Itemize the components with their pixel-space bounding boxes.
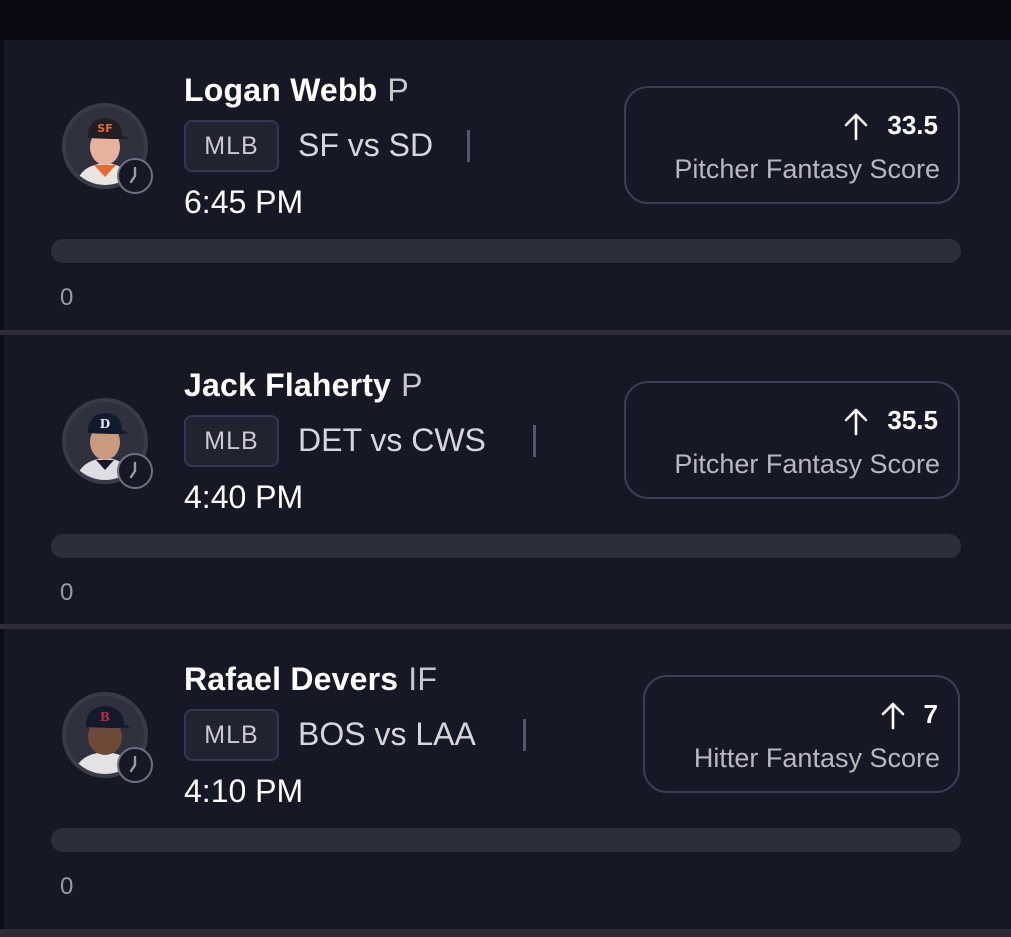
bottom-divider [0, 929, 1011, 937]
player-card[interactable]: B Rafael Devers IF MLB BOS vs LAA 4:10 PM [4, 629, 1011, 929]
projection-stat-label: Pitcher Fantasy Score [674, 449, 940, 479]
projection-number: 33.5 [887, 110, 938, 140]
arrow-up-icon [845, 113, 868, 140]
arrow-up-icon [881, 702, 904, 729]
progress-count: 0 [60, 579, 74, 606]
league-badge: MLB [184, 709, 279, 761]
projection-stat-label: Pitcher Fantasy Score [674, 154, 940, 184]
player-name-text: Rafael Devers [184, 661, 399, 697]
progress-count: 0 [60, 873, 74, 900]
top-header-strip [0, 0, 1011, 40]
matchup-text: BOS vs LAA [298, 716, 476, 752]
arrow-up-icon [845, 408, 868, 435]
league-badge: MLB [184, 120, 279, 172]
matchup-text: DET vs CWS [298, 422, 486, 458]
player-card[interactable]: SF Logan Webb P MLB SF vs SD 6:45 PM 33.… [4, 40, 1011, 330]
projection-button[interactable]: 35.5 Pitcher Fantasy Score [624, 381, 960, 499]
game-time: 6:45 PM [184, 184, 304, 220]
matchup-divider [533, 425, 536, 457]
projections-list-page: SF Logan Webb P MLB SF vs SD 6:45 PM 33.… [0, 0, 1011, 937]
player-name: Logan Webb P [184, 72, 409, 109]
projection-number: 7 [923, 699, 938, 729]
matchup-divider [523, 719, 526, 751]
projection-stat-label: Hitter Fantasy Score [693, 743, 940, 773]
clock-icon [117, 453, 153, 489]
svg-text:D: D [100, 417, 110, 431]
player-name-text: Jack Flaherty [184, 367, 392, 403]
player-name-text: Logan Webb [184, 72, 378, 108]
clock-icon [117, 158, 153, 194]
player-position: IF [408, 661, 438, 697]
matchup-divider [467, 130, 470, 162]
matchup-text: SF vs SD [298, 127, 434, 163]
progress-bar [51, 828, 961, 852]
player-avatar-wrap[interactable]: B [62, 692, 154, 784]
game-time: 4:10 PM [184, 773, 304, 809]
player-avatar-wrap[interactable]: SF [62, 103, 154, 195]
player-card[interactable]: D Jack FlahertyP MLB DET vs CWS 4:40 PM [4, 335, 1011, 624]
player-position: P [401, 367, 423, 403]
projection-button[interactable]: 33.5 Pitcher Fantasy Score [624, 86, 960, 204]
player-name: Rafael Devers IF [184, 661, 437, 698]
player-avatar-wrap[interactable]: D [62, 398, 154, 490]
progress-bar [51, 534, 961, 558]
player-position: P [387, 72, 409, 108]
projection-value: 33.5 [843, 110, 938, 141]
league-badge: MLB [184, 415, 279, 467]
game-time: 4:40 PM [184, 479, 304, 515]
progress-bar [51, 239, 961, 263]
progress-count: 0 [60, 284, 74, 311]
svg-text:SF: SF [97, 122, 112, 135]
player-name: Jack Flaherty P [184, 367, 423, 404]
projection-number: 35.5 [887, 405, 938, 435]
projection-button[interactable]: 7 Hitter Fantasy Score [643, 675, 960, 793]
svg-text:B: B [100, 710, 110, 724]
projection-value: 35.5 [843, 405, 938, 436]
clock-icon [117, 747, 153, 783]
projection-value: 7 [880, 699, 938, 730]
